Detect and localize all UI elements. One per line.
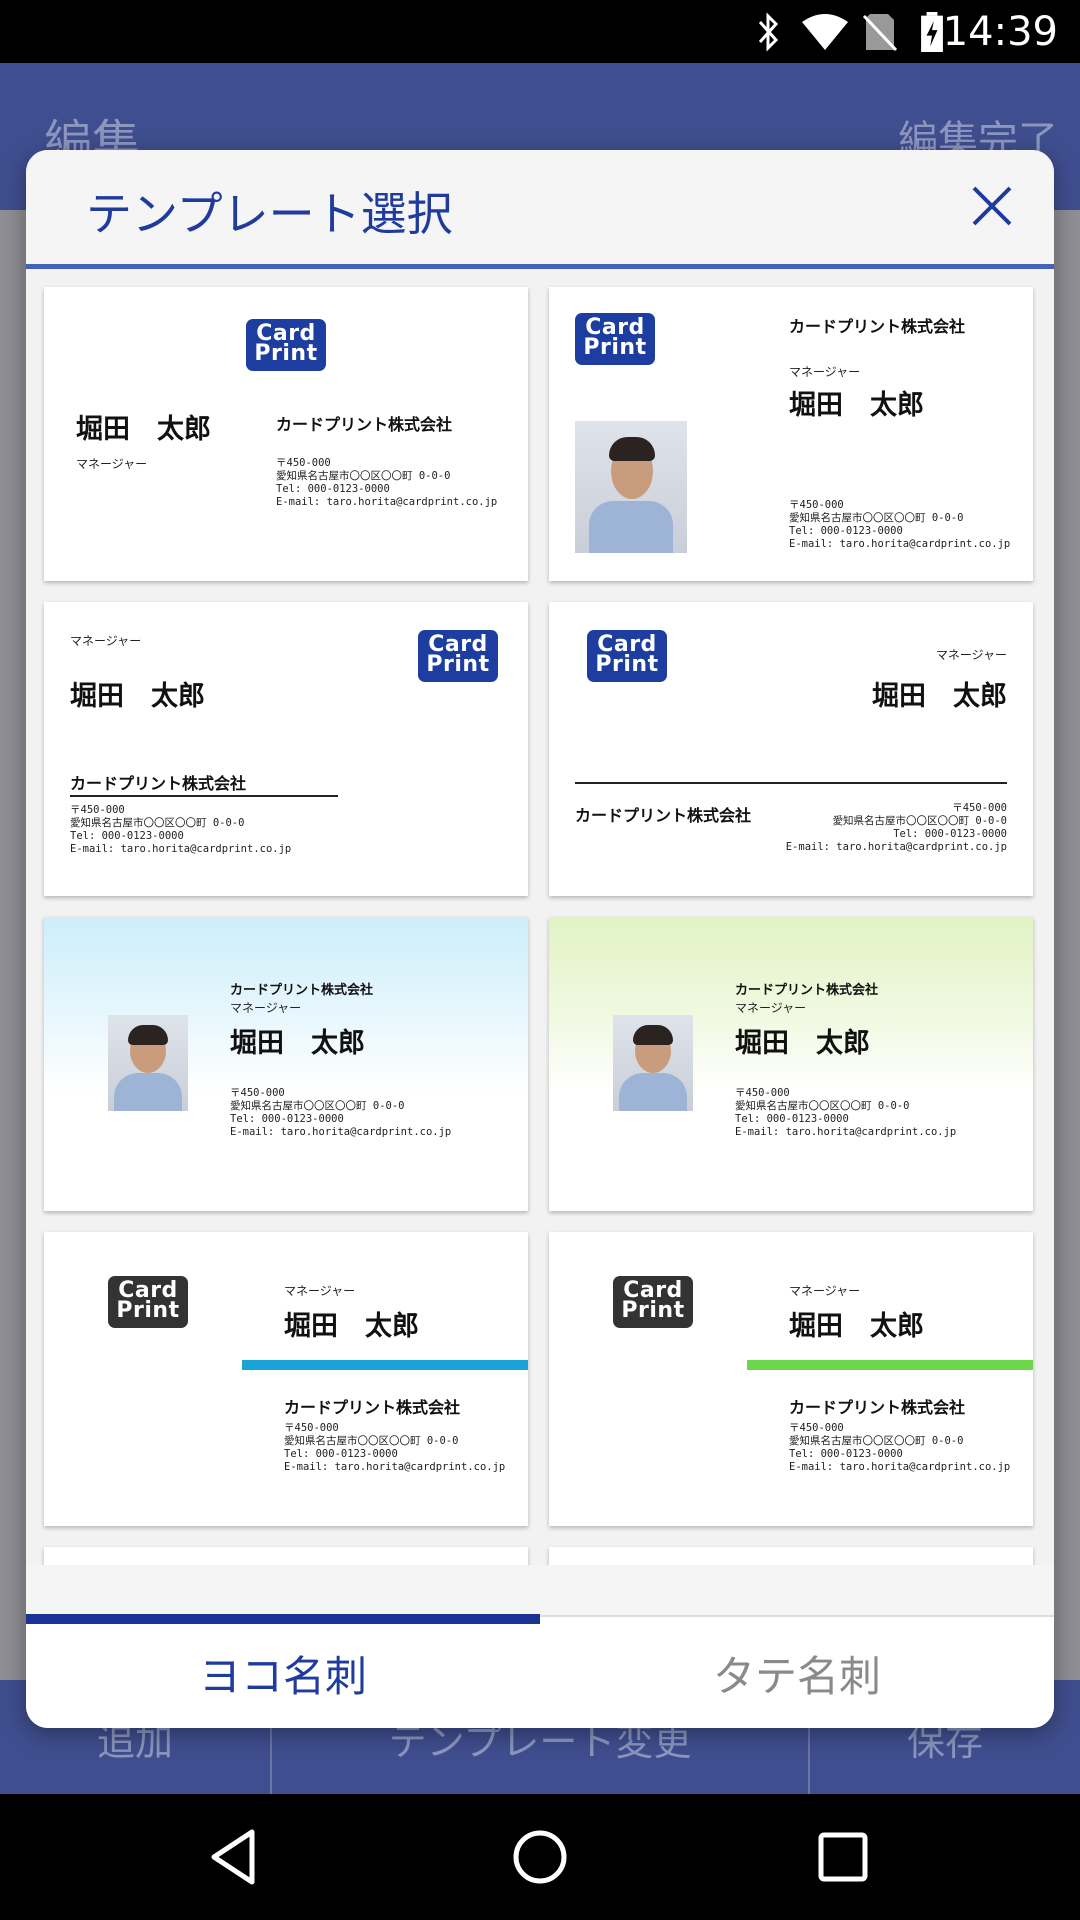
bluetooth-icon: [758, 12, 779, 52]
card-address: 〒450-000 愛知県名古屋市〇〇区〇〇町 0-0-0 Tel: 000-0123…: [789, 499, 1011, 550]
card-company: カードプリント株式会社: [735, 983, 879, 998]
card-role: マネージャー: [230, 1001, 302, 1015]
card-company: カードプリント株式会社: [575, 806, 752, 825]
card-role: マネージャー: [76, 457, 148, 471]
template-card-6[interactable]: カードプリント株式会社 マネージャー 堀田 太郎 〒450-000 愛知県名古屋市…: [549, 917, 1033, 1211]
divider: [70, 795, 338, 797]
card-role: マネージャー: [789, 1284, 861, 1298]
card-name: 堀田 太郎: [284, 1311, 419, 1342]
dialog-header: テンプレート選択: [26, 150, 1054, 269]
card-address: 〒450-000 愛知県名古屋市〇〇区〇〇町 0-0-0 Tel: 000-0123…: [789, 1422, 1011, 1473]
card-name: 堀田 太郎: [789, 1311, 924, 1342]
wifi-icon: [802, 14, 848, 50]
no-sim-icon: [862, 14, 898, 52]
card-role: マネージャー: [935, 648, 1007, 662]
card-company: カードプリント株式会社: [789, 1398, 966, 1417]
card-company: カードプリント株式会社: [70, 774, 247, 793]
template-card-9[interactable]: [44, 1547, 528, 1565]
status-bar: 14:39: [0, 0, 1080, 63]
cardprint-logo: Card Print: [418, 630, 498, 682]
template-card-3[interactable]: マネージャー 堀田 太郎 Card Print カードプリント株式会社 〒450-…: [44, 602, 528, 896]
card-company: カードプリント株式会社: [230, 983, 374, 998]
orientation-tabs: ヨコ名刺 タテ名刺: [26, 1614, 1054, 1728]
card-name: 堀田 太郎: [789, 390, 924, 421]
card-company: カードプリント株式会社: [284, 1398, 461, 1417]
recents-icon[interactable]: [808, 1822, 878, 1892]
template-card-8[interactable]: Card Print マネージャー 堀田 太郎 カードプリント株式会社 〒450-…: [549, 1232, 1033, 1526]
accent-bar: [242, 1360, 528, 1370]
card-role: マネージャー: [284, 1284, 356, 1298]
dialog-title: テンプレート選択: [86, 187, 453, 241]
divider: [575, 782, 1007, 784]
cardprint-logo: Card Print: [246, 319, 326, 371]
card-name: 堀田 太郎: [70, 681, 205, 712]
card-address: 〒450-000 愛知県名古屋市〇〇区〇〇町 0-0-0 Tel: 000-0123…: [785, 802, 1007, 853]
cardprint-logo: Card Print: [613, 1276, 693, 1328]
accent-bar: [747, 1360, 1033, 1370]
cardprint-logo: Card Print: [108, 1276, 188, 1328]
profile-photo: [108, 1015, 188, 1111]
card-company: カードプリント株式会社: [276, 415, 453, 434]
card-name: 堀田 太郎: [735, 1028, 870, 1059]
tab-horizontal[interactable]: ヨコ名刺: [26, 1617, 540, 1728]
card-role: マネージャー: [70, 634, 142, 648]
template-grid[interactable]: Card Print 堀田 太郎 マネージャー カードプリント株式会社 〒450-…: [26, 269, 1054, 1565]
card-address: 〒450-000 愛知県名古屋市〇〇区〇〇町 0-0-0 Tel: 000-0123…: [735, 1087, 957, 1138]
template-card-10[interactable]: [549, 1547, 1033, 1565]
profile-photo: [613, 1015, 693, 1111]
tab-vertical[interactable]: タテ名刺: [540, 1617, 1054, 1728]
card-company: カードプリント株式会社: [789, 317, 966, 336]
status-time: 14:39: [942, 9, 1058, 55]
card-address: 〒450-000 愛知県名古屋市〇〇区〇〇町 0-0-0 Tel: 000-0123…: [70, 804, 292, 855]
card-name: 堀田 太郎: [76, 414, 211, 445]
template-card-4[interactable]: Card Print マネージャー 堀田 太郎 カードプリント株式会社 〒450-…: [549, 602, 1033, 896]
card-address: 〒450-000 愛知県名古屋市〇〇区〇〇町 0-0-0 Tel: 000-0123…: [276, 457, 498, 508]
template-select-dialog: テンプレート選択 Card Print 堀田 太郎 マネージャー カードプリント株…: [26, 150, 1054, 1728]
profile-photo: [575, 421, 687, 553]
home-icon[interactable]: [505, 1822, 575, 1892]
card-address: 〒450-000 愛知県名古屋市〇〇区〇〇町 0-0-0 Tel: 000-0123…: [230, 1087, 452, 1138]
card-address: 〒450-000 愛知県名古屋市〇〇区〇〇町 0-0-0 Tel: 000-0123…: [284, 1422, 506, 1473]
template-card-7[interactable]: Card Print マネージャー 堀田 太郎 カードプリント株式会社 〒450-…: [44, 1232, 528, 1526]
system-nav-bar: [0, 1794, 1080, 1920]
template-card-5[interactable]: カードプリント株式会社 マネージャー 堀田 太郎 〒450-000 愛知県名古屋市…: [44, 917, 528, 1211]
template-card-1[interactable]: Card Print 堀田 太郎 マネージャー カードプリント株式会社 〒450-…: [44, 287, 528, 581]
template-card-2[interactable]: Card Print カードプリント株式会社 マネージャー 堀田 太郎 〒450-…: [549, 287, 1033, 581]
card-role: マネージャー: [735, 1001, 807, 1015]
card-role: マネージャー: [789, 365, 861, 379]
cardprint-logo: Card Print: [575, 313, 655, 365]
card-name: 堀田 太郎: [230, 1028, 365, 1059]
card-name: 堀田 太郎: [872, 681, 1007, 712]
cardprint-logo: Card Print: [587, 630, 667, 682]
back-icon[interactable]: [200, 1822, 270, 1892]
close-icon[interactable]: [962, 176, 1022, 236]
